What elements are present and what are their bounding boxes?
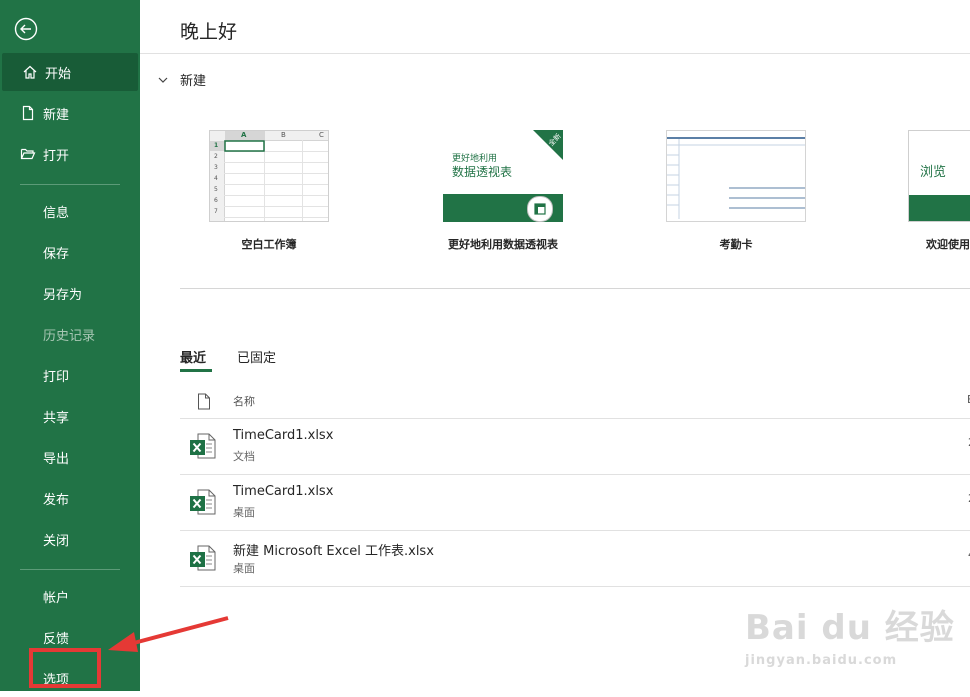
- sidebar-item-label: 共享: [43, 410, 70, 426]
- highlight-box: [29, 648, 101, 688]
- recent-file-row[interactable]: TimeCard1.xlsx 文档 2: [180, 418, 970, 475]
- sidebar-item-label: 新建: [43, 107, 70, 123]
- backstage-sidebar: 开始 新建 打开 信息 保存 另存为 历史记录 打印 共享 导出 发布 关闭 帐…: [0, 0, 140, 691]
- sidebar-item-label: 信息: [43, 205, 70, 221]
- new-file-icon: [20, 105, 36, 121]
- annotation-arrow-icon: [108, 616, 229, 652]
- timecard-lines: [667, 139, 805, 219]
- row-label: 3: [214, 164, 218, 171]
- sidebar-item-label: 导出: [43, 451, 70, 467]
- sidebar-item-label: 开始: [45, 66, 72, 82]
- sidebar-item-new[interactable]: 新建: [0, 94, 140, 132]
- template-caption: 考勤卡: [719, 238, 753, 251]
- file-list-header: 名称 E: [180, 388, 970, 419]
- sidebar-item-home[interactable]: 开始: [2, 53, 138, 91]
- open-folder-icon: [20, 146, 36, 162]
- column-label: B: [281, 131, 286, 139]
- sidebar-item-label: 打开: [43, 148, 70, 164]
- file-location: 桌面: [233, 562, 255, 575]
- section-divider: [180, 288, 970, 289]
- column-label: C: [319, 131, 324, 139]
- row-label: 4: [214, 175, 218, 182]
- sidebar-item-label: 历史记录: [43, 328, 96, 344]
- new-section-toggle[interactable]: 新建: [157, 70, 206, 89]
- sidebar-divider: [20, 184, 120, 185]
- file-location: 桌面: [233, 506, 255, 519]
- row-label: 2: [214, 153, 218, 160]
- sidebar-item-label: 帐户: [43, 590, 70, 606]
- sidebar-item-export[interactable]: 导出: [0, 438, 140, 476]
- sidebar-divider: [20, 569, 120, 570]
- file-icon: [198, 393, 210, 410]
- sidebar-item-label: 另存为: [43, 287, 83, 303]
- excel-file-icon: [190, 545, 216, 571]
- tab-active-indicator: [180, 369, 212, 372]
- grid-lines: [224, 140, 328, 221]
- template-caption: 空白工作簿: [241, 238, 297, 251]
- template-thumbnail: 浏览: [908, 130, 970, 222]
- template-time-card[interactable]: 考勤卡: [666, 130, 806, 252]
- sidebar-item-info[interactable]: 信息: [0, 192, 140, 230]
- sidebar-item-label: 保存: [43, 246, 70, 262]
- template-blank-workbook[interactable]: A B C 1 2 3 4 5 6 7 空白工作簿: [209, 130, 329, 252]
- row-label: 6: [214, 197, 218, 204]
- sidebar-item-label: 发布: [43, 492, 70, 508]
- file-name: TimeCard1.xlsx: [233, 484, 334, 499]
- home-icon: [22, 64, 38, 80]
- thumb-line2: 数据透视表: [452, 165, 513, 179]
- thumb-text: 浏览: [920, 165, 947, 180]
- sidebar-item-save-as[interactable]: 另存为: [0, 274, 140, 312]
- tab-pinned[interactable]: 已固定: [237, 347, 276, 366]
- file-name: 新建 Microsoft Excel 工作表.xlsx: [233, 544, 434, 559]
- template-thumbnail: A B C 1 2 3 4 5 6 7: [209, 130, 329, 222]
- sidebar-item-history: 历史记录: [0, 315, 140, 353]
- template-caption: 欢迎使用: [926, 238, 970, 251]
- template-welcome[interactable]: 浏览 欢迎使用: [908, 130, 970, 252]
- column-header-name[interactable]: 名称: [233, 393, 255, 409]
- row-label: 1: [214, 142, 219, 149]
- row-label: 7: [214, 208, 218, 215]
- watermark-url: jingyan.baidu.com: [745, 653, 898, 668]
- recent-file-row[interactable]: 新建 Microsoft Excel 工作表.xlsx 桌面 4: [180, 530, 970, 587]
- sidebar-item-label: 打印: [43, 369, 70, 385]
- template-thumbnail: [666, 130, 806, 222]
- recent-file-row[interactable]: TimeCard1.xlsx 桌面 2: [180, 474, 970, 531]
- sidebar-item-close[interactable]: 关闭: [0, 520, 140, 558]
- sidebar-item-open[interactable]: 打开: [0, 135, 140, 173]
- sidebar-item-share[interactable]: 共享: [0, 397, 140, 435]
- template-pivot-table-tour[interactable]: 全新 更好地利用 数据透视表 更好地利用数据透视表: [443, 130, 563, 252]
- pivot-icon: [527, 196, 553, 222]
- back-arrow-icon[interactable]: [14, 17, 38, 41]
- sidebar-item-label: 关闭: [43, 533, 70, 549]
- sidebar-item-account[interactable]: 帐户: [0, 577, 140, 615]
- sidebar-item-publish[interactable]: 发布: [0, 479, 140, 517]
- section-title: 新建: [180, 74, 207, 89]
- sidebar-item-save[interactable]: 保存: [0, 233, 140, 271]
- watermark-logo: Bai du 经验: [745, 608, 955, 648]
- row-label: 5: [214, 186, 218, 193]
- column-label: A: [241, 131, 247, 139]
- sidebar-item-label: 反馈: [43, 631, 70, 647]
- backstage-header: 晚上好: [140, 0, 970, 54]
- template-caption: 更好地利用数据透视表: [448, 238, 558, 251]
- file-name: TimeCard1.xlsx: [233, 428, 334, 443]
- excel-file-icon: [190, 489, 216, 515]
- page-title: 晚上好: [180, 21, 238, 43]
- baidu-jingyan-watermark: Bai du 经验 jingyan.baidu.com: [745, 600, 955, 668]
- tab-recent[interactable]: 最近: [180, 347, 206, 366]
- file-location: 文档: [233, 450, 255, 463]
- excel-file-icon: [190, 433, 216, 459]
- chevron-down-icon: [158, 77, 168, 83]
- sidebar-item-print[interactable]: 打印: [0, 356, 140, 394]
- template-thumbnail: 全新 更好地利用 数据透视表: [443, 130, 563, 222]
